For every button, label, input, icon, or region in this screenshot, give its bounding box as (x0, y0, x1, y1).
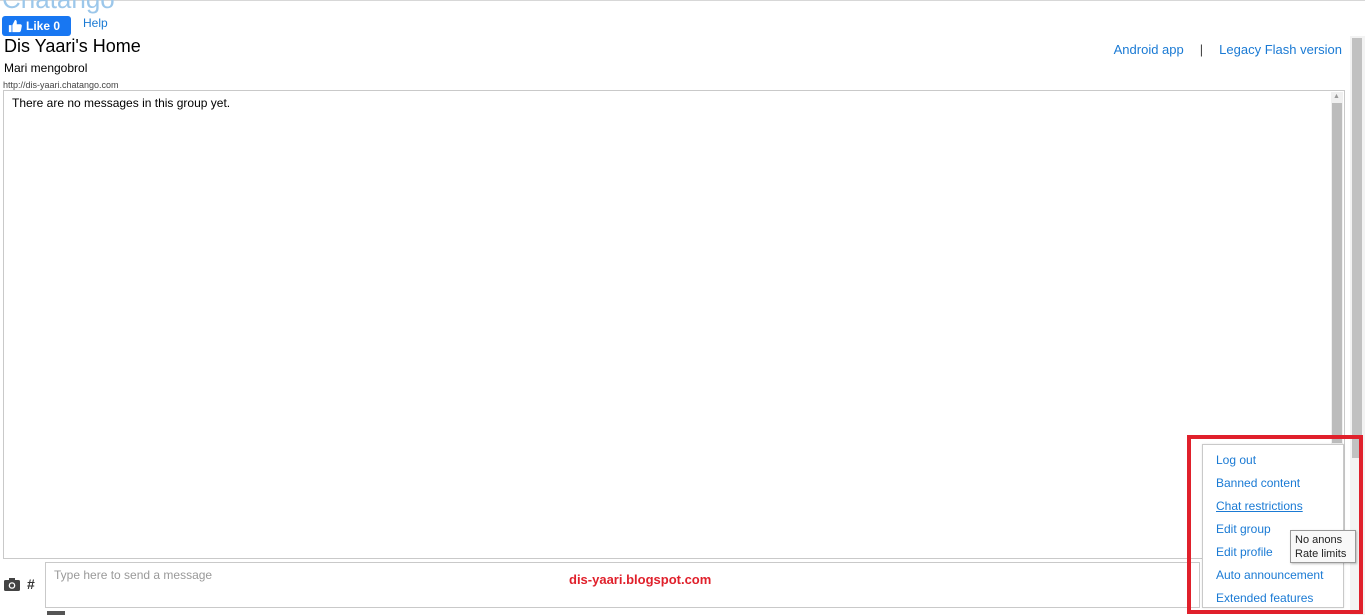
message-area: There are no messages in this group yet.… (3, 90, 1345, 559)
brand-logo: Chatango (2, 0, 115, 12)
scroll-up-arrow-icon[interactable]: ▲ (1333, 93, 1340, 100)
like-button[interactable]: Like 0 (2, 16, 71, 36)
empty-message: There are no messages in this group yet. (12, 96, 231, 110)
menu-item-auto-announcement[interactable]: Auto announcement (1216, 568, 1323, 582)
message-scrollbar[interactable]: ▲ (1331, 92, 1343, 447)
watermark-text: dis-yaari.blogspot.com (569, 572, 712, 587)
android-app-link[interactable]: Android app (1114, 42, 1184, 57)
tooltip-line-1: No anons (1295, 534, 1343, 546)
menu-item-edit-profile[interactable]: Edit profile (1216, 545, 1273, 559)
hash-icon[interactable]: # (27, 576, 35, 592)
page-scrollbar-thumb[interactable] (1352, 38, 1362, 458)
top-links: Android app | Legacy Flash version (1114, 42, 1342, 57)
menu-item-edit-group[interactable]: Edit group (1216, 522, 1271, 536)
menu-item-log-out[interactable]: Log out (1216, 453, 1256, 467)
like-label: Like 0 (26, 19, 61, 33)
group-title: Dis Yaari's Home (4, 36, 141, 56)
top-border (0, 0, 1365, 1)
link-separator: | (1199, 42, 1204, 57)
menu-item-chat-restrictions[interactable]: Chat restrictions (1216, 499, 1303, 513)
group-subtitle: Mari mengobrol (4, 61, 88, 75)
camera-icon[interactable] (3, 577, 21, 592)
message-scrollbar-thumb[interactable] (1332, 103, 1342, 443)
help-link[interactable]: Help (83, 16, 108, 30)
group-url: http://dis-yaari.chatango.com (3, 80, 119, 90)
tooltip-line-2: Rate limits (1295, 548, 1347, 560)
bottom-tab[interactable] (47, 611, 65, 615)
thumbs-up-icon (8, 19, 22, 33)
menu-item-banned-content[interactable]: Banned content (1216, 476, 1300, 490)
legacy-flash-link[interactable]: Legacy Flash version (1219, 42, 1342, 57)
owner-menu: Log out Banned content Chat restrictions… (1202, 444, 1344, 608)
tooltip: No anons Rate limits (1290, 530, 1356, 563)
menu-item-extended-features[interactable]: Extended features (1216, 591, 1313, 605)
